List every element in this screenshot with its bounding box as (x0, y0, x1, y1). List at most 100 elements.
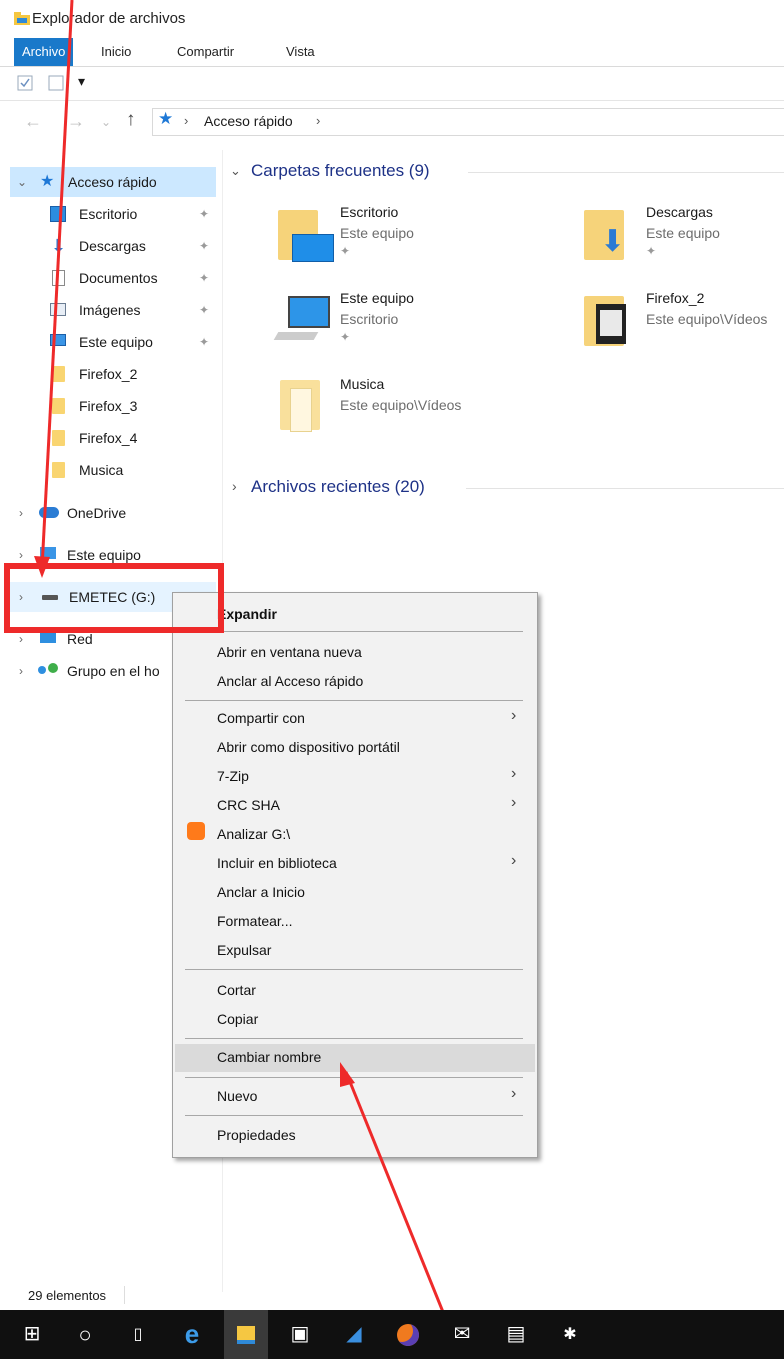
menu-item-cut[interactable]: Cortar (217, 982, 256, 998)
menu-item-share-with[interactable]: Compartir con (217, 710, 305, 726)
nav-label: Este equipo (67, 547, 141, 563)
chevron-right-icon[interactable]: › (19, 624, 23, 654)
frequent-folders-header[interactable]: Carpetas frecuentes (9) (251, 161, 430, 181)
pin-icon[interactable]: ✦ (199, 295, 209, 325)
forward-icon[interactable]: → (67, 111, 85, 132)
tab-share[interactable]: Compartir (177, 38, 234, 66)
nav-label: Descargas (79, 238, 146, 254)
tile-name: Firefox_2 (646, 290, 705, 306)
nav-label: Acceso rápido (68, 174, 157, 190)
menu-item-properties[interactable]: Propiedades (217, 1127, 296, 1143)
frequent-folder-tile[interactable]: Firefox_2 Este equipo\Vídeos (582, 290, 784, 360)
nav-label: Firefox_4 (79, 430, 138, 446)
nav-item-folder[interactable]: Firefox_4 (0, 423, 222, 453)
computer-icon (288, 296, 330, 328)
menu-item-pin-start[interactable]: Anclar a Inicio (217, 884, 305, 900)
folder-icon (52, 366, 65, 382)
menu-item-rename[interactable]: Cambiar nombre (217, 1049, 321, 1065)
windows-start-icon[interactable]: ⊞ (10, 1310, 54, 1359)
frequent-folder-tile[interactable]: Escritorio Este equipo ✦ (276, 204, 576, 274)
tile-sub: Este equipo\Vídeos (340, 397, 462, 413)
menu-item-scan[interactable]: Analizar G:\ (217, 826, 290, 842)
nav-item-onedrive[interactable]: › OneDrive (0, 498, 222, 528)
nav-item-desktop[interactable]: Escritorio ✦ (0, 199, 222, 229)
menu-separator (185, 969, 523, 970)
task-view-icon[interactable]: ▯ (116, 1310, 160, 1359)
homegroup-icon (38, 666, 46, 674)
nav-item-this-pc[interactable]: Este equipo ✦ (0, 327, 222, 357)
store-icon[interactable]: ▣ (278, 1310, 322, 1359)
pin-icon[interactable]: ✦ (199, 263, 209, 293)
menu-item-include-library[interactable]: Incluir en biblioteca (217, 855, 337, 871)
pin-icon[interactable]: ✦ (199, 231, 209, 261)
chevron-down-icon[interactable]: ⌄ (230, 163, 241, 179)
customize-toolbar-icon[interactable]: ▾ (78, 73, 85, 90)
nav-label: Grupo en el ho (67, 663, 160, 679)
menu-item-copy[interactable]: Copiar (217, 1011, 258, 1027)
up-icon[interactable]: ↑ (126, 109, 136, 131)
nav-item-folder[interactable]: Firefox_2 (0, 359, 222, 389)
computer-icon (50, 334, 66, 346)
frequent-folder-tile[interactable]: Este equipo Escritorio ✦ (273, 290, 576, 360)
tab-home[interactable]: Inicio (101, 38, 131, 66)
quick-access-toolbar (0, 67, 784, 101)
menu-item-format[interactable]: Formatear... (217, 913, 292, 929)
nav-item-downloads[interactable]: ⬇ Descargas ✦ (0, 231, 222, 261)
chevron-right-icon[interactable]: › (316, 113, 320, 128)
chevron-down-icon[interactable]: ⌄ (17, 167, 27, 197)
breadcrumb[interactable]: Acceso rápido (204, 113, 293, 129)
folder-icon (52, 430, 65, 446)
nav-label: OneDrive (67, 505, 127, 521)
nav-item-documents[interactable]: Documentos ✦ (0, 263, 222, 293)
nav-quick-access[interactable]: ⌄ ★ Acceso rápido (10, 167, 216, 197)
tab-view[interactable]: Vista (286, 38, 315, 66)
frequent-folder-tile[interactable]: ⬇ Descargas Este equipo ✦ (582, 204, 784, 274)
chevron-right-icon[interactable]: › (232, 478, 237, 494)
menu-item-open-new-window[interactable]: Abrir en ventana nueva (217, 644, 362, 660)
edge-icon[interactable]: e (170, 1310, 214, 1359)
menu-item-pin-quick-access[interactable]: Anclar al Acceso rápido (217, 673, 363, 689)
tile-sub: Escritorio (340, 311, 399, 327)
star-icon: ★ (40, 173, 55, 190)
chevron-right-icon: › (511, 794, 517, 811)
folder-icon (52, 462, 65, 478)
app-icon[interactable]: ◢ (332, 1310, 376, 1359)
nav-item-this-pc-tree[interactable]: › Este equipo (0, 540, 222, 570)
nav-item-folder[interactable]: Musica (0, 455, 222, 485)
network-icon (40, 631, 56, 643)
nav-item-pictures[interactable]: Imágenes ✦ (0, 295, 222, 325)
frequent-folder-tile[interactable]: Musica Este equipo\Vídeos (276, 376, 576, 446)
firefox-icon[interactable] (386, 1310, 430, 1359)
nav-label: Imágenes (79, 302, 141, 318)
chevron-right-icon[interactable]: › (19, 540, 23, 570)
keyboard-icon (273, 332, 319, 340)
app-icon[interactable]: ✱ (548, 1310, 592, 1359)
menu-item-eject[interactable]: Expulsar (217, 942, 271, 958)
pin-icon[interactable]: ✦ (199, 327, 209, 357)
tab-file[interactable]: Archivo (14, 38, 74, 66)
chevron-right-icon[interactable]: › (19, 582, 23, 612)
pin-icon[interactable]: ✦ (199, 199, 209, 229)
menu-item-expand[interactable]: Expandir (217, 606, 277, 622)
mail-icon[interactable]: ✉ (440, 1310, 484, 1359)
tile-name: Musica (340, 376, 385, 392)
chevron-right-icon[interactable]: › (19, 498, 23, 528)
new-folder-icon[interactable] (48, 75, 64, 91)
menu-item-7zip[interactable]: 7-Zip (217, 768, 249, 784)
download-arrow-icon: ⬇ (600, 225, 626, 258)
tile-sub: Este equipo (646, 225, 720, 241)
notes-icon[interactable]: ▤ (494, 1310, 538, 1359)
back-icon[interactable]: ← (24, 111, 42, 132)
divider (466, 488, 784, 489)
properties-icon[interactable] (17, 75, 33, 91)
recent-files-header[interactable]: Archivos recientes (20) (251, 477, 425, 497)
menu-item-open-portable[interactable]: Abrir como dispositivo portátil (217, 739, 400, 755)
menu-item-new[interactable]: Nuevo (217, 1088, 257, 1104)
recent-locations-icon[interactable]: ⌄ (101, 115, 111, 129)
file-explorer-icon[interactable] (224, 1310, 268, 1359)
pictures-icon (50, 303, 66, 316)
menu-item-crc-sha[interactable]: CRC SHA (217, 797, 280, 813)
chevron-right-icon[interactable]: › (19, 656, 23, 686)
search-icon[interactable]: ○ (63, 1310, 107, 1359)
nav-item-folder[interactable]: Firefox_3 (0, 391, 222, 421)
